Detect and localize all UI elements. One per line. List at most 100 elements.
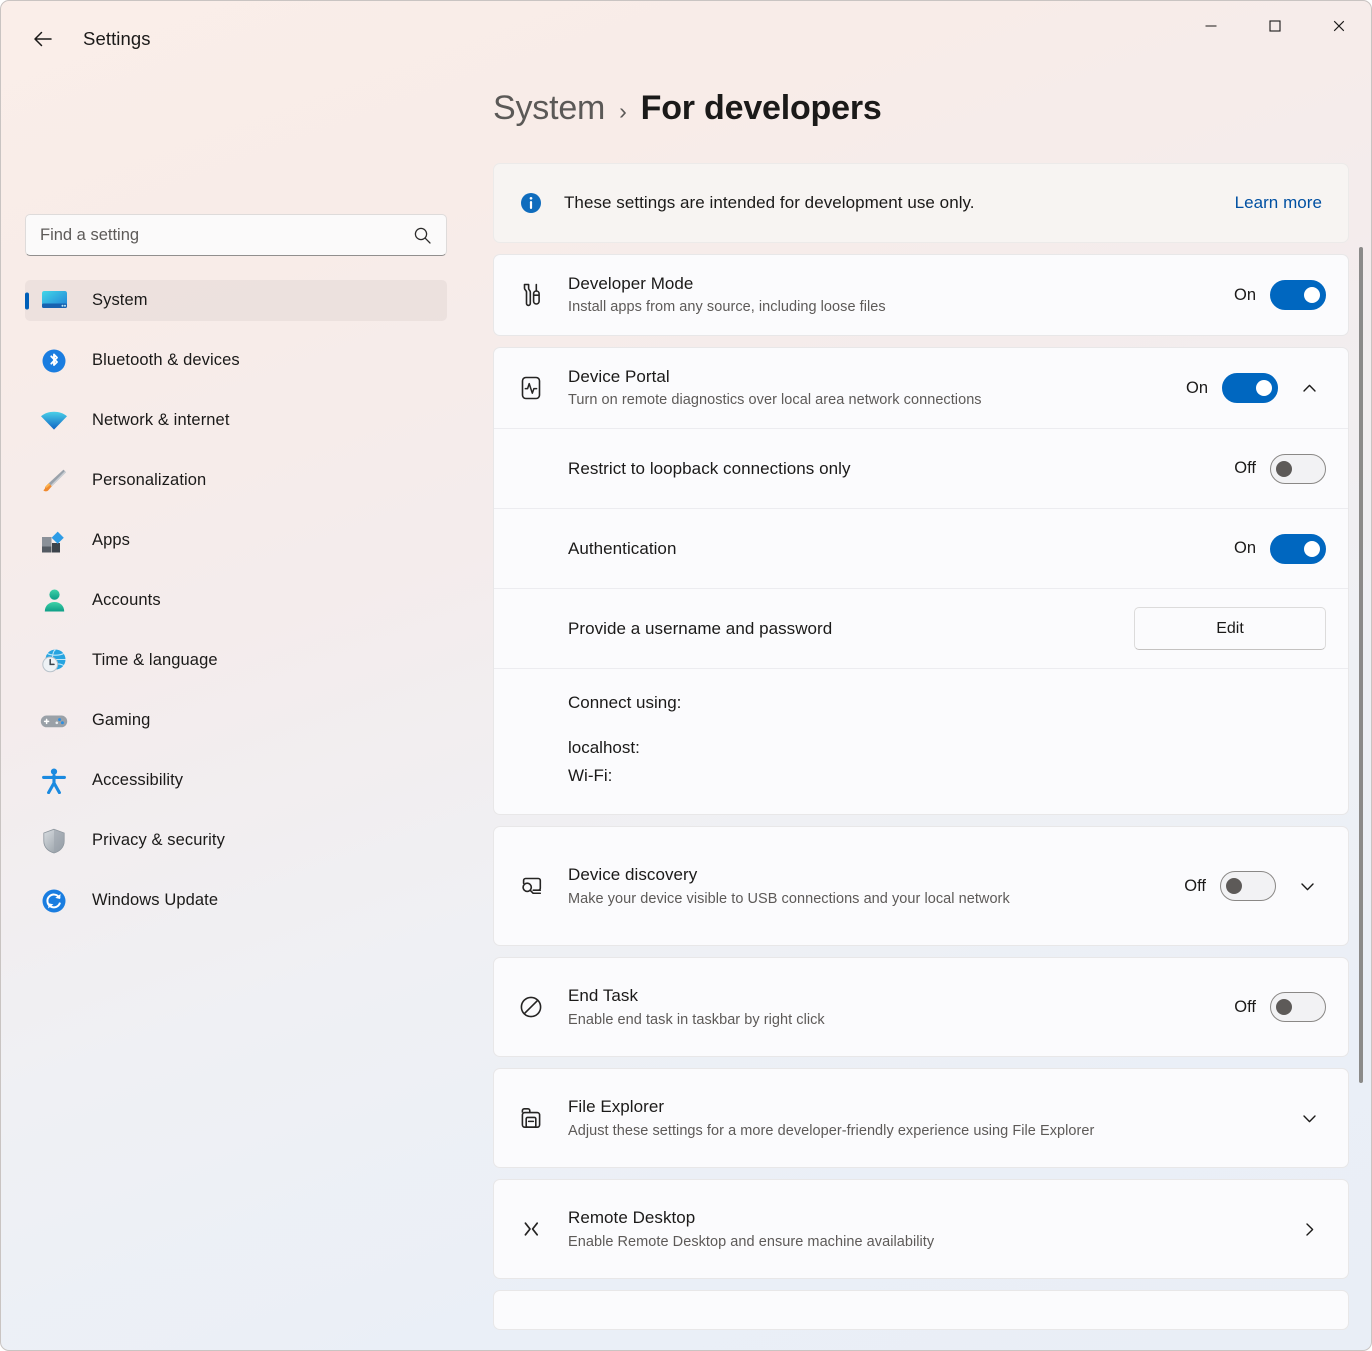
pulse-icon: [516, 373, 568, 403]
device-discovery-row[interactable]: Device discovery Make your device visibl…: [494, 827, 1348, 945]
setting-title: End Task: [568, 984, 1212, 1007]
remote-desktop-card: Remote Desktop Enable Remote Desktop and…: [493, 1179, 1349, 1279]
sidebar-item-accessibility[interactable]: Accessibility: [25, 760, 447, 801]
update-icon: [37, 887, 71, 915]
breadcrumb-parent[interactable]: System: [493, 89, 605, 128]
toggle-state-label: Off: [1228, 998, 1256, 1017]
device-portal-toggle[interactable]: [1222, 373, 1278, 403]
setting-title: Authentication: [568, 537, 1212, 560]
sidebar-item-label: System: [92, 291, 148, 310]
sidebar-item-apps[interactable]: Apps: [25, 520, 447, 561]
prohibited-icon: [516, 992, 568, 1022]
setting-description: Enable end task in taskbar by right clic…: [568, 1010, 1212, 1031]
remote-desktop-row[interactable]: Remote Desktop Enable Remote Desktop and…: [494, 1180, 1348, 1278]
toggle-state-label: Off: [1228, 459, 1256, 478]
search-box[interactable]: [25, 214, 447, 256]
minimize-button[interactable]: [1179, 1, 1243, 51]
toggle-state-label: On: [1228, 286, 1256, 305]
sidebar-item-label: Apps: [92, 531, 130, 550]
clock-globe-icon: [37, 647, 71, 675]
maximize-icon: [1267, 18, 1283, 34]
setting-title: Remote Desktop: [568, 1206, 1276, 1229]
sidebar-item-label: Time & language: [92, 651, 218, 670]
main-panel: System › For developers These settings a…: [471, 77, 1371, 1350]
breadcrumb-separator: ›: [619, 98, 626, 125]
back-arrow-icon: [32, 28, 54, 50]
authentication-toggle[interactable]: [1270, 534, 1326, 564]
info-banner: These settings are intended for developm…: [493, 163, 1349, 243]
connect-using-label: Connect using:: [568, 691, 1326, 715]
developer-mode-row[interactable]: Developer Mode Install apps from any sou…: [494, 255, 1348, 335]
learn-more-link[interactable]: Learn more: [1235, 193, 1322, 213]
close-icon: [1331, 18, 1347, 34]
close-button[interactable]: [1307, 1, 1371, 51]
tools-icon: [516, 280, 568, 310]
setting-title: Provide a username and password: [568, 617, 1118, 640]
authentication-row[interactable]: Authentication On: [494, 508, 1348, 588]
breadcrumb: System › For developers: [493, 89, 1371, 128]
main-scrollbar[interactable]: [1359, 247, 1363, 1083]
sidebar-item-network-internet[interactable]: Network & internet: [25, 400, 447, 441]
next-card-clipped[interactable]: [493, 1290, 1349, 1330]
chevron-up-icon[interactable]: [1292, 371, 1326, 405]
sidebar-item-label: Accessibility: [92, 771, 183, 790]
chevron-down-icon[interactable]: [1292, 1101, 1326, 1135]
window-controls: [1179, 1, 1371, 51]
wifi-label: Wi-Fi:: [568, 764, 1326, 788]
back-button[interactable]: [23, 19, 63, 59]
gamepad-icon: [37, 707, 71, 735]
sidebar-item-label: Accounts: [92, 591, 161, 610]
app-title: Settings: [83, 28, 151, 50]
sidebar-item-bluetooth-devices[interactable]: Bluetooth & devices: [25, 340, 447, 381]
credentials-row: Provide a username and password Edit: [494, 588, 1348, 668]
end-task-card: End Task Enable end task in taskbar by r…: [493, 957, 1349, 1057]
end-task-row[interactable]: End Task Enable end task in taskbar by r…: [494, 958, 1348, 1056]
sidebar-item-windows-update[interactable]: Windows Update: [25, 880, 447, 921]
setting-title: Device Portal: [568, 365, 1164, 388]
setting-description: Turn on remote diagnostics over local ar…: [568, 390, 1164, 411]
wifi-icon: [37, 407, 71, 435]
localhost-label: localhost:: [568, 736, 1326, 760]
setting-title: Device discovery: [568, 863, 1162, 886]
accessibility-icon: [37, 767, 71, 795]
setting-title: Developer Mode: [568, 272, 1212, 295]
settings-window: Settings: [0, 0, 1372, 1351]
device-discovery-toggle[interactable]: [1220, 871, 1276, 901]
device-portal-row[interactable]: Device Portal Turn on remote diagnostics…: [494, 348, 1348, 428]
connect-using-block: Connect using: localhost: Wi-Fi:: [494, 668, 1348, 814]
toggle-state-label: Off: [1178, 877, 1206, 896]
edit-credentials-button[interactable]: Edit: [1134, 607, 1326, 650]
sidebar-item-time-language[interactable]: Time & language: [25, 640, 447, 681]
sidebar-item-privacy-security[interactable]: Privacy & security: [25, 820, 447, 861]
loopback-row[interactable]: Restrict to loopback connections only Of…: [494, 428, 1348, 508]
developer-mode-toggle[interactable]: [1270, 280, 1326, 310]
banner-text: These settings are intended for developm…: [564, 193, 1235, 213]
title-bar: Settings: [1, 1, 1371, 77]
loopback-toggle[interactable]: [1270, 454, 1326, 484]
search-input[interactable]: [40, 226, 413, 245]
maximize-button[interactable]: [1243, 1, 1307, 51]
device-portal-card: Device Portal Turn on remote diagnostics…: [493, 347, 1349, 815]
sidebar-item-label: Privacy & security: [92, 831, 225, 850]
sidebar-item-personalization[interactable]: Personalization: [25, 460, 447, 501]
info-icon: [520, 192, 542, 214]
setting-title: Restrict to loopback connections only: [568, 457, 1212, 480]
setting-description: Install apps from any source, including …: [568, 297, 1212, 318]
sidebar-item-label: Network & internet: [92, 411, 230, 430]
sidebar-item-gaming[interactable]: Gaming: [25, 700, 447, 741]
bluetooth-icon: [37, 347, 71, 375]
sidebar-item-accounts[interactable]: Accounts: [25, 580, 447, 621]
folder-icon: [516, 1103, 568, 1133]
developer-mode-card: Developer Mode Install apps from any sou…: [493, 254, 1349, 336]
chevron-right-icon[interactable]: [1292, 1212, 1326, 1246]
end-task-toggle[interactable]: [1270, 992, 1326, 1022]
search-icon: [413, 226, 432, 245]
sidebar-item-system[interactable]: System: [25, 280, 447, 321]
setting-description: Adjust these settings for a more develop…: [568, 1121, 1276, 1142]
accounts-icon: [37, 587, 71, 615]
sidebar: System Bluetooth & devices: [1, 77, 471, 1350]
chevron-down-icon[interactable]: [1290, 869, 1324, 903]
paintbrush-icon: [37, 467, 71, 495]
sidebar-item-label: Personalization: [92, 471, 206, 490]
file-explorer-row[interactable]: File Explorer Adjust these settings for …: [494, 1069, 1348, 1167]
